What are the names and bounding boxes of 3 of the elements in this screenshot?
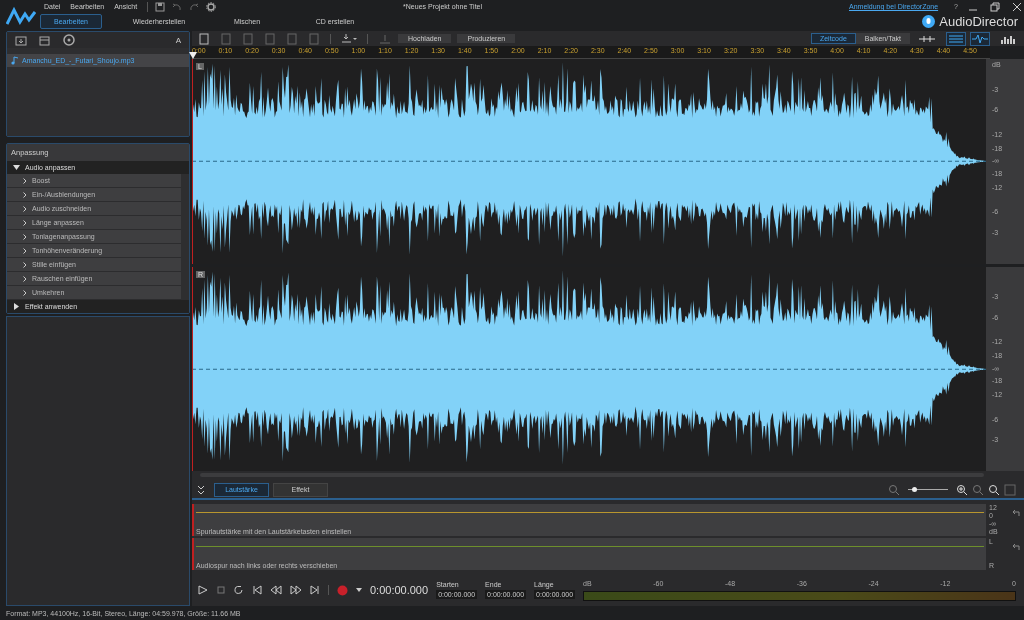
brand-name: AudioDirector (939, 14, 1018, 29)
font-size-button[interactable]: A (175, 35, 181, 45)
time-display: 0:00:00.000 (370, 584, 429, 596)
